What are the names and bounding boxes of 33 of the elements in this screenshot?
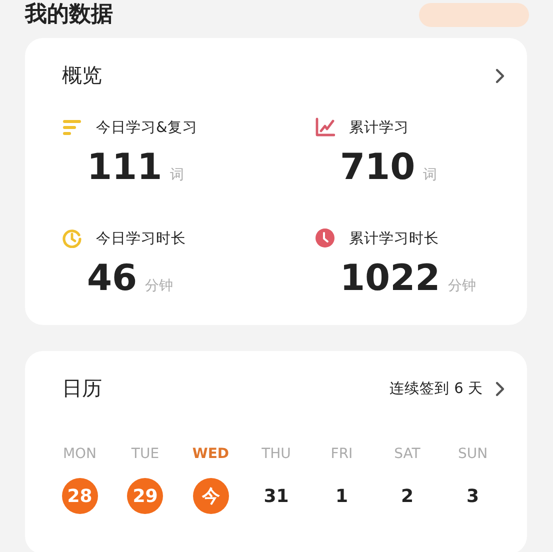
stat-label: 今日学习时长	[96, 230, 186, 248]
stat-value: 1022	[340, 258, 440, 299]
stat-value: 111	[87, 147, 162, 188]
card-title: 日历	[62, 375, 102, 402]
stat-unit: 分钟	[448, 277, 476, 295]
card-title: 概览	[62, 62, 102, 89]
streak-text: 连续签到 6 天	[390, 380, 483, 398]
page-title: 我的数据	[25, 1, 113, 29]
stat-unit: 词	[423, 166, 438, 184]
stat-unit: 词	[170, 166, 184, 184]
weekday-label: TUE	[131, 446, 160, 462]
weekday-label: SAT	[394, 446, 420, 462]
stat-value: 46	[87, 258, 138, 299]
lines-icon	[62, 117, 82, 137]
weekday-label: MON	[62, 446, 97, 462]
weekday-label: WED	[192, 446, 230, 462]
weekday-label: THU	[262, 446, 291, 462]
weekday-label: SUN	[458, 446, 488, 462]
calendar-date[interactable]: 31	[258, 478, 294, 514]
stat-unit: 分钟	[145, 277, 174, 295]
stat-label: 累计学习	[349, 118, 409, 136]
chevron-right-icon[interactable]	[495, 68, 505, 84]
chevron-right-icon[interactable]	[495, 380, 505, 396]
weekday-label: FRI	[330, 446, 353, 462]
timer-icon	[62, 228, 82, 248]
stat-label: 今日学习&复习	[96, 118, 198, 136]
chart-icon	[315, 117, 335, 137]
stat-value: 710	[340, 147, 416, 188]
stat-label: 累计学习时长	[349, 230, 439, 248]
calendar-date[interactable]: 2	[389, 478, 426, 514]
calendar-date[interactable]: 1	[324, 478, 360, 514]
clock-icon	[315, 228, 335, 248]
calendar-date[interactable]: 3	[454, 478, 491, 514]
